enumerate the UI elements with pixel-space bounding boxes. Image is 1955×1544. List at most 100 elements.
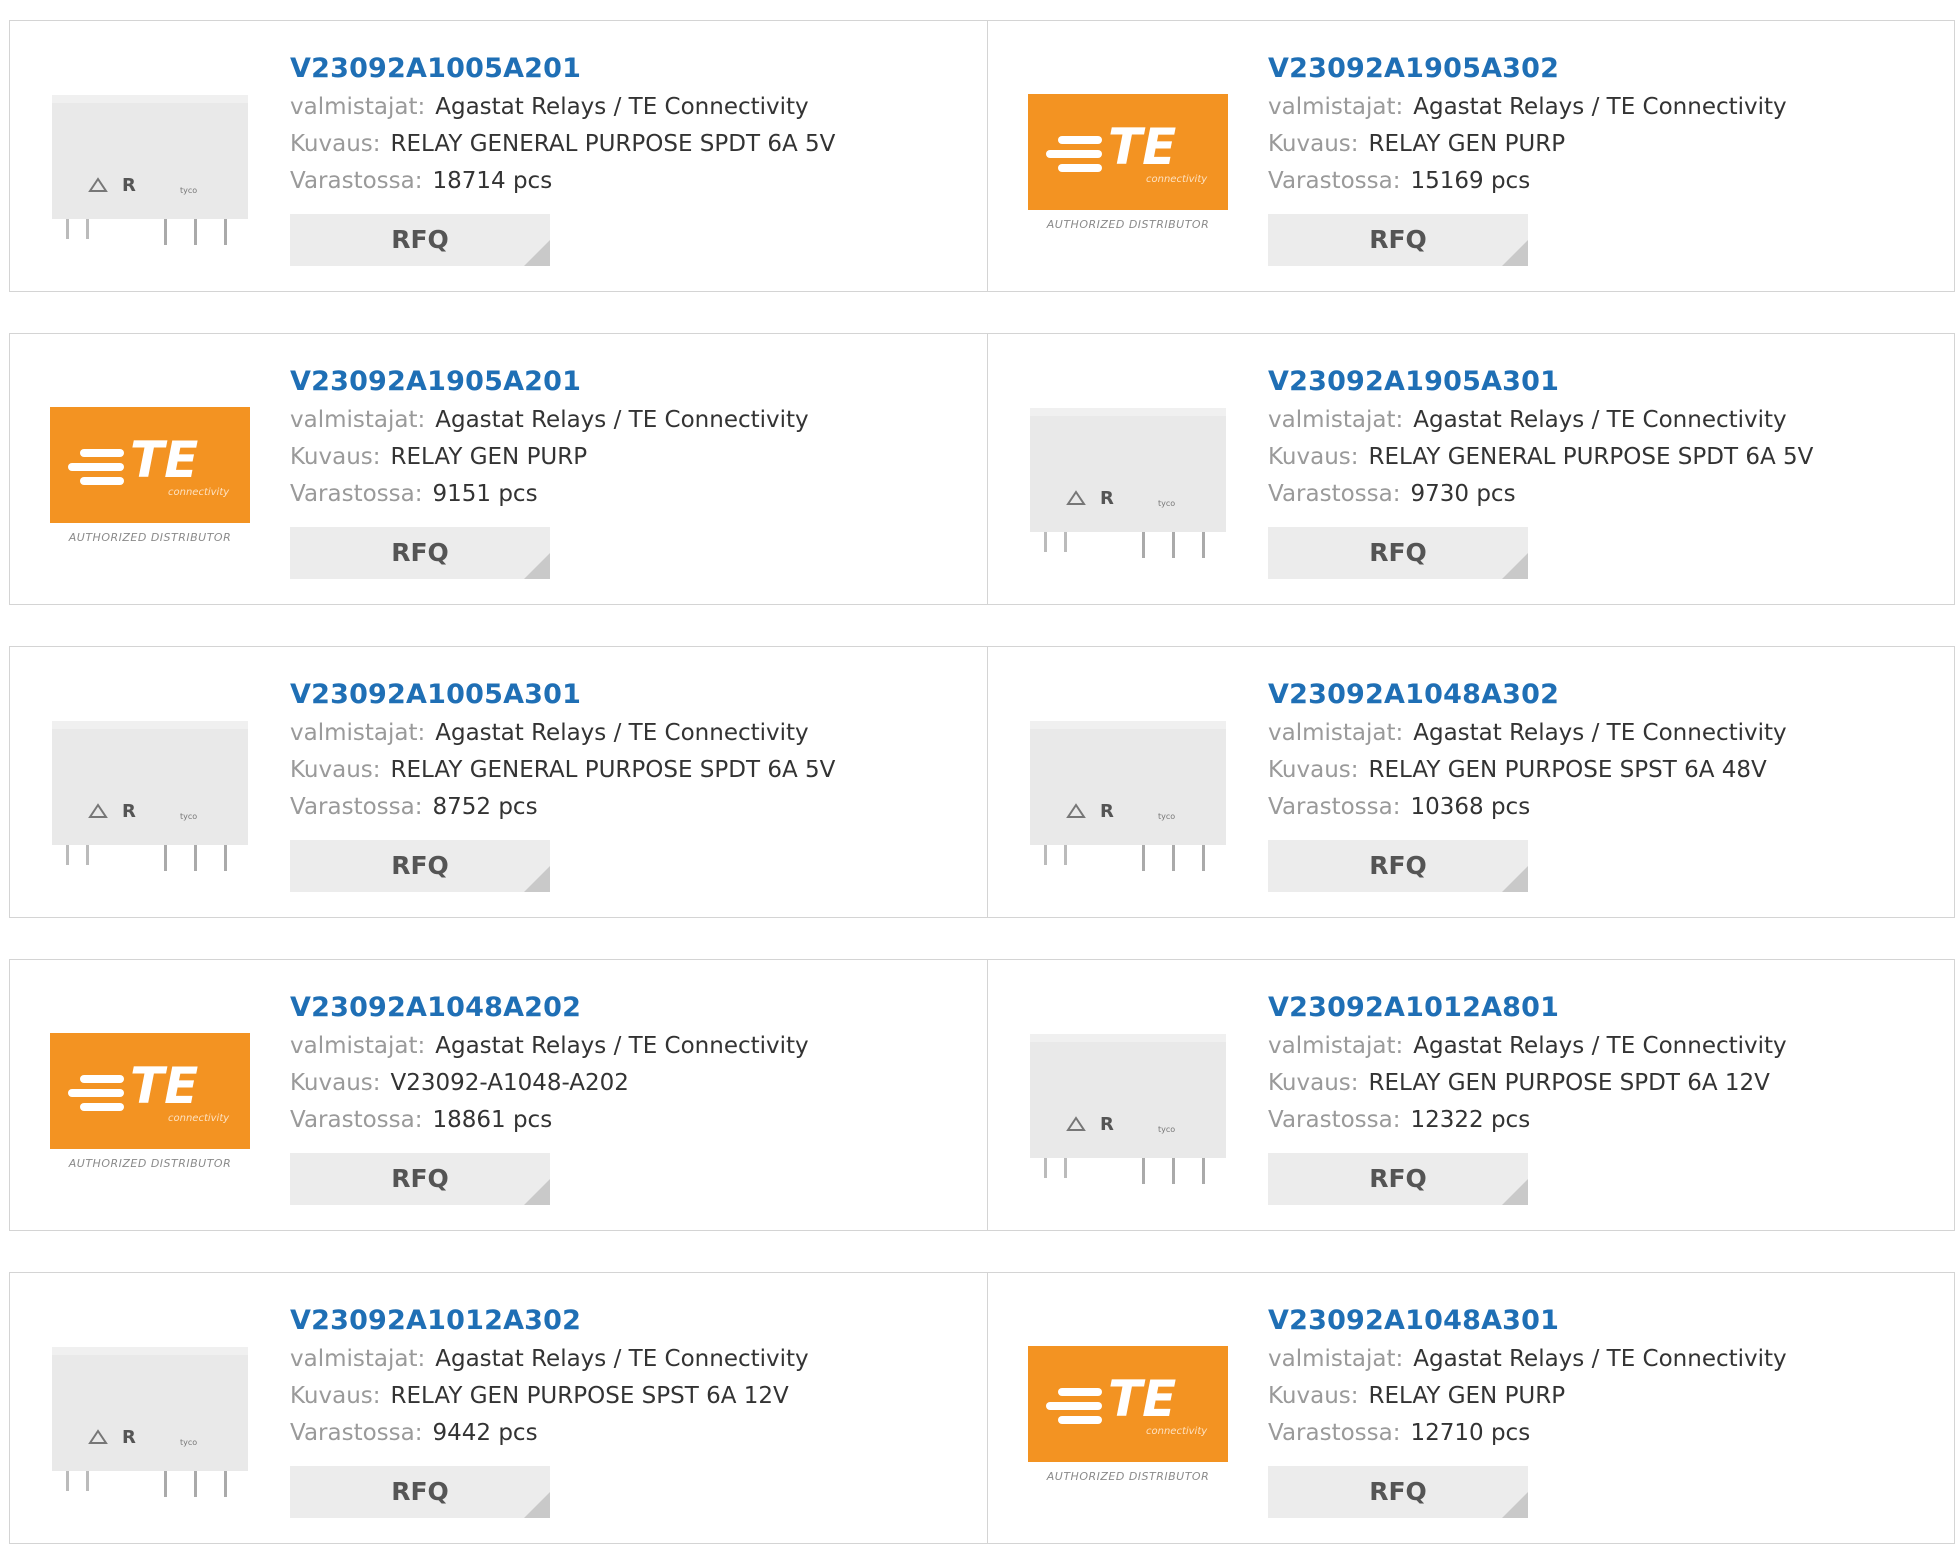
part-number-link[interactable]: V23092A1005A201 [290, 49, 835, 89]
part-number-link[interactable]: V23092A1905A201 [290, 362, 809, 402]
description-value: RELAY GEN PURPOSE SPST 6A 12V [390, 1383, 789, 1409]
product-thumbnail[interactable]: TE connectivity AUTHORIZED DISTRIBUTOR [1028, 61, 1228, 261]
product-row: R tyco V23092A1005A201 valmistajat: Agasta… [9, 20, 1955, 292]
rfq-button-label: RFQ [1369, 225, 1427, 254]
product-thumbnail[interactable]: R tyco [1028, 374, 1228, 574]
description-label: Kuvaus: [290, 444, 381, 470]
te-sub-text: connectivity [1146, 174, 1208, 185]
stock-line: Varastossa: 12322 pcs [1268, 1102, 1787, 1139]
product-info: V23092A1905A301 valmistajat: Agastat Relay… [1268, 362, 1813, 579]
product-info: V23092A1005A301 valmistajat: Agastat Relay… [290, 675, 835, 892]
description-value: RELAY GEN PURP [390, 444, 588, 470]
part-number-link[interactable]: V23092A1048A301 [1268, 1301, 1787, 1341]
description-value: V23092-A1048-A202 [390, 1070, 629, 1096]
part-number-link[interactable]: V23092A1048A202 [290, 988, 809, 1028]
part-number-link[interactable]: V23092A1905A302 [1268, 49, 1787, 89]
relay-product-image[interactable]: R tyco [1028, 374, 1228, 574]
product-row: R tyco V23092A1012A302 valmistajat: Agasta… [9, 1272, 1955, 1544]
te-connectivity-logo[interactable]: TE connectivity AUTHORIZED DISTRIBUTOR [1028, 94, 1228, 236]
te-sub-text: connectivity [1146, 1426, 1208, 1437]
product-card: TE connectivity AUTHORIZED DISTRIBUTOR V230… [10, 334, 988, 604]
part-number-link[interactable]: V23092A1905A301 [1268, 362, 1813, 402]
product-card: R tyco V23092A1048A302 valmistajat: Agasta… [988, 647, 1955, 917]
manufacturer-label: valmistajat: [290, 1033, 426, 1059]
product-thumbnail[interactable]: R tyco [50, 61, 250, 261]
description-label: Kuvaus: [290, 1070, 381, 1096]
product-thumbnail[interactable]: R tyco [50, 1313, 250, 1513]
relay-product-image[interactable]: R tyco [50, 61, 250, 261]
product-thumbnail[interactable]: R tyco [50, 687, 250, 887]
product-thumbnail[interactable]: TE connectivity AUTHORIZED DISTRIBUTOR [50, 1000, 250, 1200]
product-thumbnail[interactable]: TE connectivity AUTHORIZED DISTRIBUTOR [1028, 1313, 1228, 1513]
description-line: Kuvaus: RELAY GEN PURP [1268, 1378, 1787, 1415]
manufacturer-label: valmistajat: [290, 407, 426, 433]
manufacturer-value: Agastat Relays / TE Connectivity [435, 94, 809, 120]
rfq-button-label: RFQ [391, 538, 449, 567]
svg-text:tyco: tyco [180, 812, 197, 821]
product-info: V23092A1905A201 valmistajat: Agastat Relay… [290, 362, 809, 579]
rfq-button[interactable]: RFQ [290, 1466, 550, 1518]
rfq-button[interactable]: RFQ [1268, 840, 1528, 892]
te-sub-text: connectivity [168, 1113, 230, 1124]
rfq-button[interactable]: RFQ [1268, 527, 1528, 579]
manufacturer-line: valmistajat: Agastat Relays / TE Connecti… [290, 89, 835, 126]
stock-line: Varastossa: 9730 pcs [1268, 476, 1813, 513]
stock-value: 18861 pcs [432, 1107, 553, 1133]
rfq-button-label: RFQ [1369, 851, 1427, 880]
description-value: RELAY GEN PURP [1368, 131, 1566, 157]
authorized-distributor-label: AUTHORIZED DISTRIBUTOR [1046, 218, 1210, 231]
svg-text:tyco: tyco [180, 186, 197, 195]
product-info: V23092A1905A302 valmistajat: Agastat Relay… [1268, 49, 1787, 266]
stock-line: Varastossa: 9442 pcs [290, 1415, 809, 1452]
manufacturer-value: Agastat Relays / TE Connectivity [1413, 720, 1787, 746]
product-info: V23092A1048A301 valmistajat: Agastat Relay… [1268, 1301, 1787, 1518]
part-number-link[interactable]: V23092A1012A302 [290, 1301, 809, 1341]
rfq-button-label: RFQ [1369, 1164, 1427, 1193]
manufacturer-label: valmistajat: [290, 1346, 426, 1372]
manufacturer-line: valmistajat: Agastat Relays / TE Connecti… [1268, 715, 1787, 752]
product-info: V23092A1048A202 valmistajat: Agastat Relay… [290, 988, 809, 1205]
description-line: Kuvaus: RELAY GEN PURPOSE SPST 6A 12V [290, 1378, 809, 1415]
product-thumbnail[interactable]: R tyco [1028, 687, 1228, 887]
rfq-button[interactable]: RFQ [1268, 1153, 1528, 1205]
manufacturer-label: valmistajat: [1268, 720, 1404, 746]
rfq-button[interactable]: RFQ [290, 527, 550, 579]
rfq-corner-decoration [524, 1492, 550, 1518]
description-line: Kuvaus: V23092-A1048-A202 [290, 1065, 809, 1102]
te-connectivity-logo[interactable]: TE connectivity AUTHORIZED DISTRIBUTOR [1028, 1346, 1228, 1488]
relay-product-image[interactable]: R tyco [1028, 1000, 1228, 1200]
stock-value: 15169 pcs [1410, 168, 1531, 194]
part-number-link[interactable]: V23092A1012A801 [1268, 988, 1787, 1028]
product-row: TE connectivity AUTHORIZED DISTRIBUTOR V230… [9, 959, 1955, 1231]
te-brand-text: TE [1108, 1370, 1177, 1428]
manufacturer-value: Agastat Relays / TE Connectivity [1413, 1033, 1787, 1059]
manufacturer-line: valmistajat: Agastat Relays / TE Connecti… [1268, 402, 1813, 439]
product-thumbnail[interactable]: R tyco [1028, 1000, 1228, 1200]
relay-product-image[interactable]: R tyco [50, 687, 250, 887]
rfq-corner-decoration [1502, 1179, 1528, 1205]
description-value: RELAY GEN PURPOSE SPST 6A 48V [1368, 757, 1767, 783]
rfq-button[interactable]: RFQ [290, 214, 550, 266]
product-thumbnail[interactable]: TE connectivity AUTHORIZED DISTRIBUTOR [50, 374, 250, 574]
rfq-button[interactable]: RFQ [290, 1153, 550, 1205]
authorized-distributor-label: AUTHORIZED DISTRIBUTOR [1046, 1470, 1210, 1483]
rfq-button[interactable]: RFQ [290, 840, 550, 892]
manufacturer-label: valmistajat: [1268, 1033, 1404, 1059]
product-row: TE connectivity AUTHORIZED DISTRIBUTOR V230… [9, 333, 1955, 605]
stock-label: Varastossa: [290, 168, 423, 194]
relay-product-image[interactable]: R tyco [50, 1313, 250, 1513]
stock-value: 12322 pcs [1410, 1107, 1531, 1133]
description-line: Kuvaus: RELAY GEN PURP [1268, 126, 1787, 163]
manufacturer-label: valmistajat: [1268, 1346, 1404, 1372]
rfq-button[interactable]: RFQ [1268, 1466, 1528, 1518]
manufacturer-value: Agastat Relays / TE Connectivity [435, 720, 809, 746]
stock-value: 9151 pcs [432, 481, 538, 507]
part-number-link[interactable]: V23092A1005A301 [290, 675, 835, 715]
relay-product-image[interactable]: R tyco [1028, 687, 1228, 887]
te-connectivity-logo[interactable]: TE connectivity AUTHORIZED DISTRIBUTOR [50, 407, 250, 549]
te-connectivity-logo[interactable]: TE connectivity AUTHORIZED DISTRIBUTOR [50, 1033, 250, 1175]
part-number-link[interactable]: V23092A1048A302 [1268, 675, 1787, 715]
stock-label: Varastossa: [1268, 1107, 1401, 1133]
rfq-button[interactable]: RFQ [1268, 214, 1528, 266]
description-label: Kuvaus: [290, 131, 381, 157]
